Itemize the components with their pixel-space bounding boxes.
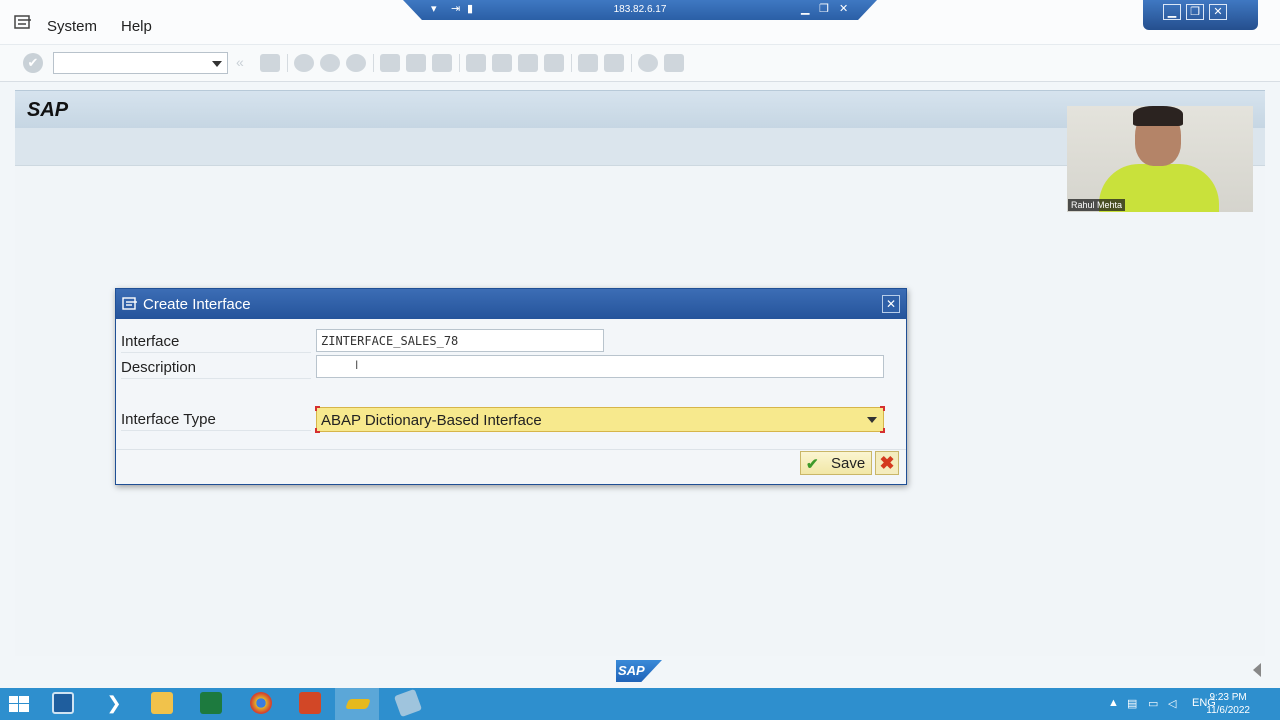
help-icon[interactable]: [638, 54, 658, 72]
close-icon[interactable]: ✕: [839, 2, 848, 15]
powershell-icon[interactable]: ❯: [103, 692, 125, 714]
customize-layout-icon[interactable]: [664, 54, 684, 72]
interface-label: Interface: [121, 333, 311, 353]
interface-value: ZINTERFACE_SALES_78: [321, 334, 459, 348]
toolbar-separator: [459, 54, 460, 72]
video-feed: Rahul Mehta: [1067, 106, 1253, 212]
dialog-menu-icon[interactable]: [122, 297, 138, 310]
expand-status-icon[interactable]: [1253, 663, 1261, 677]
volume-icon[interactable]: ◁: [1168, 697, 1176, 710]
shortcut-icon[interactable]: [604, 54, 624, 72]
text-cursor-icon: I: [355, 358, 359, 372]
dialog-title: Create Interface: [143, 296, 251, 313]
person-hair: [1133, 106, 1183, 126]
clock-date: 11/6/2022: [1206, 705, 1250, 716]
sap-gui-icon[interactable]: [393, 688, 423, 718]
enter-icon[interactable]: ✔: [23, 53, 43, 73]
save-icon[interactable]: [260, 54, 280, 72]
tray-expand-icon[interactable]: ▲: [1108, 697, 1119, 709]
back-icon[interactable]: [294, 54, 314, 72]
focus-corner: [880, 428, 885, 433]
command-field[interactable]: [53, 52, 228, 74]
windows-taskbar: ❯ ▲ ▤ ▭ ◁ ENG 9:23 PM 11/6/2022: [0, 688, 1280, 720]
window-restore-icon[interactable]: ❐: [1186, 4, 1204, 20]
check-icon: ✔: [806, 456, 819, 473]
powerpoint-icon[interactable]: [299, 692, 321, 714]
network-icon[interactable]: ▤: [1127, 697, 1137, 710]
windows-icon[interactable]: [9, 696, 29, 712]
create-interface-dialog: Create Interface ✕ Interface ZINTERFACE_…: [115, 288, 907, 485]
participant-name: Rahul Mehta: [1068, 199, 1126, 211]
sap-logon-icon[interactable]: [345, 699, 371, 709]
focus-corner: [315, 406, 320, 411]
chevron-down-icon[interactable]: [867, 417, 877, 423]
toolbar-separator: [287, 54, 288, 72]
chrome-icon[interactable]: [250, 692, 272, 714]
dialog-titlebar[interactable]: Create Interface ✕: [116, 289, 906, 319]
remote-connection-bar: ▾ ⇥ ▮ 183.82.6.17 ▁ ❐ ✕: [403, 0, 877, 20]
window-close-icon[interactable]: ✕: [1209, 4, 1227, 20]
description-label: Description: [121, 359, 311, 379]
interface-type-label: Interface Type: [121, 411, 311, 431]
dialog-footer-divider: [116, 449, 906, 450]
focus-corner: [315, 428, 320, 433]
new-session-icon[interactable]: [578, 54, 598, 72]
interface-type-value: ABAP Dictionary-Based Interface: [321, 412, 542, 429]
toolbar-separator: [373, 54, 374, 72]
first-page-icon[interactable]: [466, 54, 486, 72]
interface-field[interactable]: ZINTERFACE_SALES_78: [316, 329, 604, 352]
display-icon[interactable]: ▭: [1148, 697, 1158, 710]
find-next-icon[interactable]: [432, 54, 452, 72]
task-view-icon[interactable]: [52, 692, 74, 714]
collapse-icon[interactable]: «: [236, 54, 246, 72]
cancel-icon[interactable]: ✖: [875, 451, 899, 475]
description-field[interactable]: I: [316, 355, 884, 378]
close-icon[interactable]: ✕: [882, 295, 900, 313]
window-minimize-icon[interactable]: ▁: [1163, 4, 1181, 20]
clock[interactable]: 9:23 PM 11/6/2022: [1206, 691, 1250, 717]
menu-icon[interactable]: [14, 15, 32, 29]
toolbar-separator: [571, 54, 572, 72]
find-icon[interactable]: [406, 54, 426, 72]
print-icon[interactable]: [380, 54, 400, 72]
restore-icon[interactable]: ❐: [819, 2, 829, 15]
window-controls: ▁ ❐ ✕: [1143, 0, 1258, 30]
cancel-icon[interactable]: [346, 54, 366, 72]
store-icon[interactable]: [200, 692, 222, 714]
save-button-label: Save: [831, 455, 866, 472]
minimize-icon[interactable]: ▁: [801, 2, 809, 15]
next-page-icon[interactable]: [518, 54, 538, 72]
clock-time: 9:23 PM: [1209, 692, 1247, 703]
menu-help[interactable]: Help: [121, 18, 152, 35]
save-button[interactable]: ✔ Save: [800, 451, 872, 475]
sap-logo-text: SAP: [618, 663, 645, 678]
page-title: SAP: [27, 99, 69, 121]
toolbar-separator: [631, 54, 632, 72]
exit-icon[interactable]: [320, 54, 340, 72]
file-explorer-icon[interactable]: [151, 692, 173, 714]
interface-type-select[interactable]: ABAP Dictionary-Based Interface: [315, 406, 885, 433]
previous-page-icon[interactable]: [492, 54, 512, 72]
last-page-icon[interactable]: [544, 54, 564, 72]
focus-corner: [880, 406, 885, 411]
menu-system[interactable]: System: [47, 18, 97, 35]
standard-toolbar: ✔ «: [0, 44, 1280, 82]
chevron-down-icon[interactable]: [212, 61, 222, 67]
